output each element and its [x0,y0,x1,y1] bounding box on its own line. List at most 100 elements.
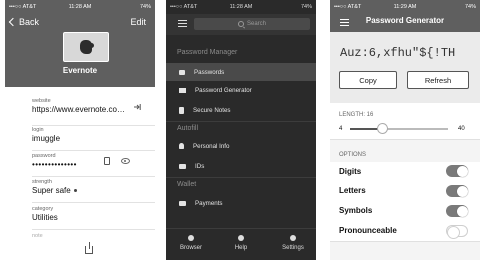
carrier-label: •••○○ AT&T [170,4,198,10]
section-autofill: Autofill [177,125,199,132]
menu-item-label: Password Generator [195,86,252,94]
letters-toggle[interactable] [446,185,468,197]
generator-header: •••○○ AT&T 11:29 AM 74% Password Generat… [330,0,480,32]
menu-item-label: Secure Notes [193,106,231,114]
options-header: OPTIONS [339,152,367,158]
note-field[interactable]: note [32,233,147,239]
status-bar: •••○○ AT&T 11:29 AM 74% [330,0,480,14]
menu-item-payments[interactable]: Payments [166,194,316,212]
tab-label: Browser [179,245,202,251]
page-title: Password Generator [365,16,445,25]
length-slider[interactable] [350,123,448,134]
field-label: note [32,233,43,239]
divider [32,176,155,177]
id-card-icon [179,163,186,169]
item-header: •••○○ AT&T 11:28 AM 74% Back Edit Everno… [5,0,155,87]
slider-max-label: 40 [458,126,465,132]
strength-value: Super safe [32,186,147,195]
eye-icon[interactable] [121,158,130,164]
menu-item-passwords[interactable]: Passwords [166,63,316,81]
tab-label: Settings [282,245,304,251]
option-digits: Digits [330,162,480,182]
item-title: Evernote [62,66,98,75]
item-detail-screen: •••○○ AT&T 11:28 AM 74% Back Edit Everno… [5,0,155,260]
menu-item-secure-notes[interactable]: Secure Notes [166,101,316,119]
open-link-icon[interactable] [133,103,141,111]
section-wallet: Wallet [177,181,197,188]
length-row: LENGTH: 16 4 40 [330,103,480,140]
divider [32,125,155,126]
status-bar: •••○○ AT&T 11:28 AM 74% [166,0,316,14]
tab-browser[interactable]: Browser [171,235,211,251]
field-value: https://www.evernote.com/logi... [32,105,128,114]
generated-password: Auz:6,xfhu"${!TH [340,46,456,60]
time-label: 11:29 AM [393,4,417,10]
bottom-tab-bar: Browser Help Settings [166,228,316,260]
login-field[interactable]: login imuggle [32,127,155,151]
battery-label: 74% [139,4,151,10]
share-icon[interactable] [85,242,93,254]
note-icon [179,106,184,114]
refresh-button[interactable]: Refresh [407,71,469,89]
divider [32,150,155,151]
carrier-label: •••○○ AT&T [9,4,37,10]
field-label: category [32,206,54,212]
side-menu-screen: •••○○ AT&T 11:28 AM 74% Search Password … [166,0,316,260]
option-label: Pronounceable [339,226,397,235]
copy-icon[interactable] [104,157,110,165]
toggle-knob [456,185,468,197]
item-fields: website https://www.evernote.com/logi...… [5,87,155,260]
password-field[interactable]: password •••••••••••••• [32,153,155,177]
back-label: Back [19,17,40,27]
option-symbols: Symbols [330,201,480,222]
option-label: Symbols [339,206,373,215]
slider-min-label: 4 [339,126,343,132]
password-generator-screen: •••○○ AT&T 11:29 AM 74% Password Generat… [330,0,480,260]
status-bar: •••○○ AT&T 11:28 AM 74% [5,0,155,14]
tab-help[interactable]: Help [221,235,261,251]
menu-item-label: Personal Info [193,142,230,150]
generated-password-panel: Auz:6,xfhu"${!TH Copy Refresh [330,32,480,103]
menu-item-label: Passwords [194,68,225,76]
website-field[interactable]: website https://www.evernote.com/logi... [32,98,155,126]
field-value: Utilities [32,213,58,222]
battery-label: 74% [300,4,312,10]
digits-toggle[interactable] [446,165,468,177]
generator-icon [179,87,186,93]
evernote-logo-icon [63,32,109,62]
slider-handle[interactable] [376,123,388,134]
pronounceable-toggle[interactable] [446,225,468,239]
compass-icon [188,235,194,241]
category-field[interactable]: category Utilities [32,206,155,230]
menu-item-personal-info[interactable]: Personal Info [166,137,316,155]
field-label: login [32,127,44,133]
toggle-knob [456,165,468,177]
search-input[interactable]: Search [194,18,310,30]
back-button[interactable]: Back [8,17,40,27]
edit-button[interactable]: Edit [130,17,146,27]
divider [32,202,155,203]
field-value: imuggle [32,134,61,143]
tab-label: Help [234,245,248,251]
length-label: LENGTH: 16 [339,112,374,118]
tab-settings[interactable]: Settings [273,235,313,251]
divider [32,229,155,230]
copy-button[interactable]: Copy [339,71,397,89]
symbols-toggle[interactable] [446,205,468,217]
chevron-left-icon [8,17,18,27]
generator-settings: LENGTH: 16 4 40 OPTIONS Digits Letters S… [330,103,480,260]
search-icon [237,21,244,27]
credit-card-icon [179,200,186,206]
time-label: 11:28 AM [68,4,92,10]
option-label: Letters [339,186,366,195]
option-letters: Letters [330,181,480,202]
menu-item-ids[interactable]: IDs [166,157,316,175]
help-icon [238,235,244,241]
field-label: strength [32,179,52,185]
search-placeholder: Search [246,21,266,27]
option-label: Digits [339,167,362,176]
hamburger-icon[interactable] [178,20,187,27]
field-label: website [32,98,51,104]
menu-item-password-generator[interactable]: Password Generator [166,81,316,99]
menu-item-label: Payments [195,199,223,207]
